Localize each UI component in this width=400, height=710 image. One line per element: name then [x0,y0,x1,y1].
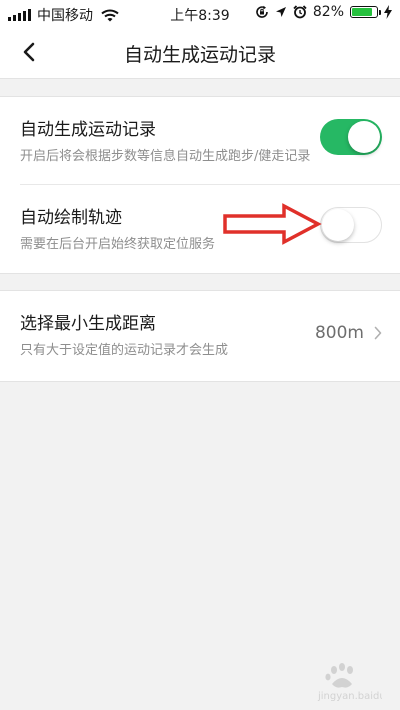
alarm-icon [293,5,307,19]
auto-record-label: 自动生成运动记录 [20,120,156,140]
toggle-knob [322,209,354,241]
chevron-right-icon [374,326,382,340]
auto-record-toggle[interactable] [320,119,382,155]
setting-row-min-distance[interactable]: 选择最小生成距离 只有大于设定值的运动记录才会生成 800m [0,291,400,378]
page-title: 自动生成运动记录 [123,44,276,66]
setting-row-auto-track[interactable]: 自动绘制轨迹 需要在后台开启始终获取定位服务 [0,185,400,272]
toggle-knob [348,121,380,153]
battery-icon [350,6,381,18]
settings-group-distance: 选择最小生成距离 只有大于设定值的运动记录才会生成 800m [0,290,400,382]
min-distance-description: 只有大于设定值的运动记录才会生成 [20,343,229,358]
location-icon [275,7,286,17]
status-bar: 中国移动 上午8:39 82% [0,0,400,28]
status-right: 82% [255,4,392,20]
min-distance-value: 800m [314,323,364,343]
setting-row-auto-record[interactable]: 自动生成运动记录 开启后将会根据步数等信息自动生成跑步/健走记录 [0,97,400,185]
auto-track-toggle[interactable] [320,207,382,243]
battery-percent: 82% [312,4,344,20]
baidu-jingyan-watermark: jingyan.baidu.com [317,663,382,702]
watermark-text: jingyan.baidu.com [317,691,382,702]
navigation-bar: 自动生成运动记录 [0,28,400,79]
auto-track-description: 需要在后台开启始终获取定位服务 [20,237,216,252]
charging-icon [384,5,392,19]
auto-track-label: 自动绘制轨迹 [20,208,122,228]
auto-record-description: 开启后将会根据步数等信息自动生成跑步/健走记录 [20,149,311,164]
battery-fill [352,8,372,16]
min-distance-value-wrap[interactable]: 800m [315,323,382,343]
settings-group-tracking: 自动生成运动记录 开启后将会根据步数等信息自动生成跑步/健走记录 自动绘制轨迹 … [0,96,400,274]
min-distance-label: 选择最小生成距离 [20,314,156,334]
rotation-lock-icon [256,5,268,18]
annotation-arrow-icon [223,203,322,245]
